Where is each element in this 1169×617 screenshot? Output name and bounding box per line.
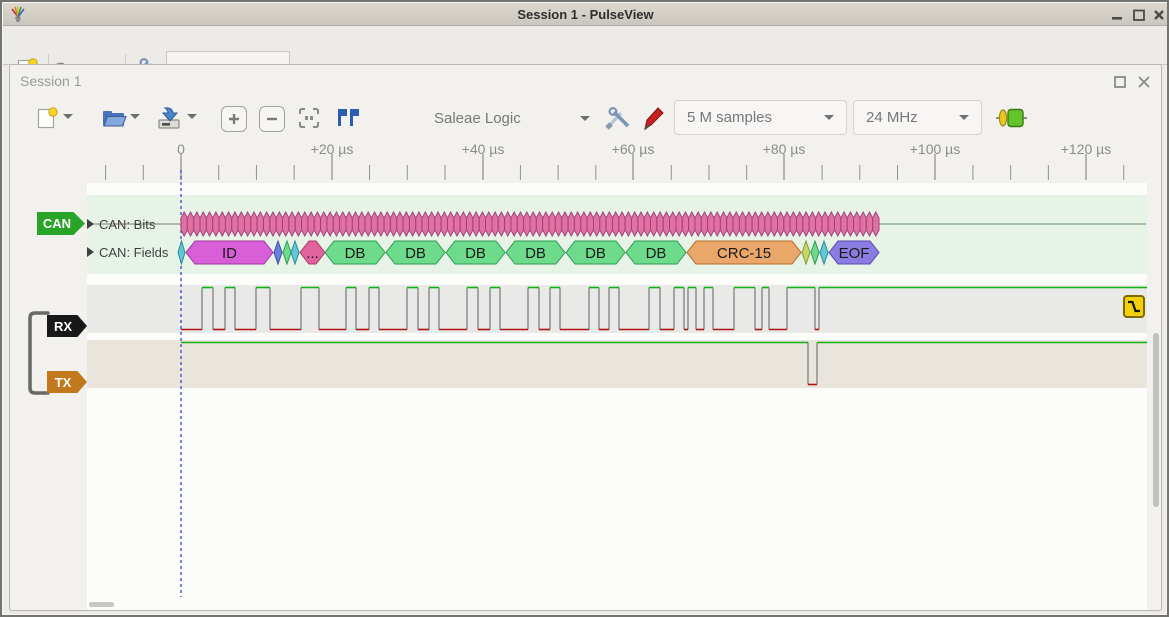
channel-probe-icon[interactable] [642,104,666,132]
zoom-fit-button[interactable] [297,106,321,130]
open-file-dropdown[interactable] [130,114,140,119]
add-decoder-icon[interactable] [995,106,1029,130]
caret-down-icon [959,115,969,120]
device-settings-icon[interactable] [604,106,632,130]
close-button[interactable] [1152,8,1166,22]
horizontal-scrollbar[interactable] [89,602,114,607]
open-folder-icon [101,107,127,129]
zoom-in-icon [227,112,241,126]
window-title: Session 1 - PulseView [3,7,1168,22]
rx-signal-band [87,285,1147,333]
device-select[interactable]: Saleae Logic [422,101,602,135]
tx-tag-label: TX [55,375,72,390]
zoom-out-icon [265,112,279,126]
titlebar: Session 1 - PulseView [3,3,1168,26]
ruler-label: +100 µs [910,141,961,157]
caret-down-icon [580,116,590,121]
zoom-out-button[interactable] [259,106,285,132]
row-label-can-bits: CAN: Bits [99,217,155,232]
new-file-button[interactable] [33,103,61,133]
caret-down-icon [824,115,834,120]
rx-tag-label: RX [54,319,72,334]
new-file-dropdown[interactable] [63,114,73,119]
ruler-label: +80 µs [763,141,806,157]
save-file-button[interactable] [154,103,184,133]
flag-markers-button[interactable] [336,106,362,130]
ruler-label: +40 µs [462,141,505,157]
sample-rate-value: 24 MHz [866,109,918,126]
ruler-label: +120 µs [1061,141,1112,157]
pulseview-window: Session 1 - PulseView Run [0,0,1169,617]
main-toolbar: Run Session 1 [3,26,1168,65]
expand-arrow-icon[interactable] [87,247,94,257]
falling-edge-trigger-icon[interactable] [1123,295,1145,318]
sample-count-value: 5 M samples [687,109,772,126]
minimize-button[interactable] [1110,8,1124,22]
decoder-rows-background [87,195,1147,274]
zoom-fit-icon [298,107,320,129]
device-select-value: Saleae Logic [434,110,521,127]
sample-count-select[interactable]: 5 M samples [674,100,847,135]
new-file-icon [36,106,58,130]
caret-down-icon [187,114,197,119]
save-file-dropdown[interactable] [187,114,197,119]
falling-edge-glyph [1125,297,1143,316]
vertical-scrollbar[interactable] [1153,333,1159,507]
ruler-label: 0 [177,141,185,157]
row-label-can-fields: CAN: Fields [99,245,168,260]
open-file-button[interactable] [100,104,128,132]
maximize-button[interactable] [1132,8,1146,22]
panel-title: Session 1 [20,73,81,89]
tx-signal-band [87,340,1147,388]
flag-markers-icon [336,108,362,128]
sample-rate-select[interactable]: 24 MHz [853,100,982,135]
panel-restore-icon[interactable] [1113,75,1127,89]
caret-down-icon [130,114,140,119]
panel-close-icon[interactable] [1136,74,1152,90]
zoom-in-button[interactable] [221,106,247,132]
save-icon [156,105,182,131]
decoder-tag-label: CAN [43,216,71,231]
caret-down-icon [63,114,73,119]
ruler-label: +20 µs [311,141,354,157]
ruler-label: +60 µs [612,141,655,157]
expand-arrow-icon[interactable] [87,219,94,229]
